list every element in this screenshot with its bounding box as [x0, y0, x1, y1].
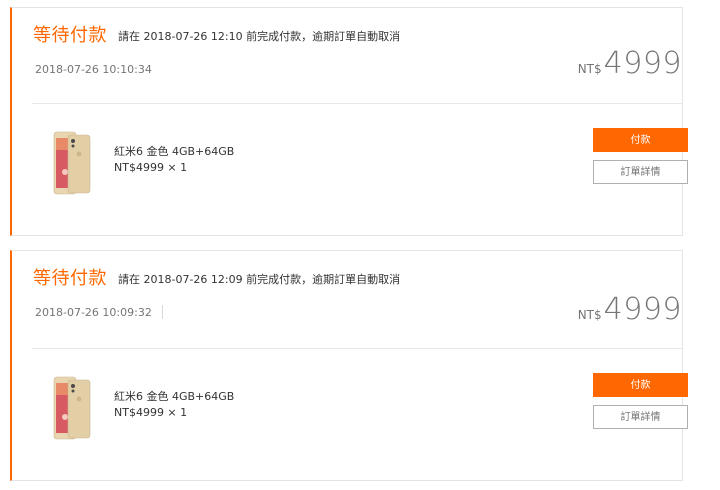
total-currency: NT$ [577, 308, 602, 322]
order-card: 等待付款 請在 2018-07-26 12:10 前完成付款，逾期訂單自動取消 … [10, 7, 688, 236]
order-status: 等待付款 [33, 268, 107, 289]
order-detail-button[interactable]: 訂單詳情 [593, 160, 688, 184]
total-currency: NT$ [577, 62, 602, 76]
product-name[interactable]: 紅米6 金色 4GB+64GB [114, 389, 234, 405]
total-amount: 4999 [603, 46, 682, 81]
order-total: NT$4999 [482, 46, 682, 81]
order-card: 等待付款 請在 2018-07-26 12:09 前完成付款，逾期訂單自動取消 … [10, 250, 688, 481]
total-amount: 4999 [603, 292, 682, 327]
pay-button[interactable]: 付款 [593, 373, 688, 397]
divider [32, 348, 682, 349]
product-price: NT$4999 × 1 [114, 161, 188, 174]
order-time: 2018-07-26 10:10:34 [35, 63, 152, 76]
product-name[interactable]: 紅米6 金色 4GB+64GB [114, 144, 234, 160]
payment-deadline: 請在 2018-07-26 12:09 前完成付款，逾期訂單自動取消 [118, 273, 401, 286]
order-total: NT$4999 [482, 292, 682, 327]
time-separator [162, 305, 163, 319]
order-time: 2018-07-26 10:09:32 [35, 306, 152, 319]
order-detail-button[interactable]: 訂單詳情 [593, 405, 688, 429]
payment-deadline: 請在 2018-07-26 12:10 前完成付款，逾期訂單自動取消 [118, 30, 401, 43]
pay-button[interactable]: 付款 [593, 128, 688, 152]
product-price: NT$4999 × 1 [114, 406, 188, 419]
order-status: 等待付款 [33, 25, 107, 46]
phone-gold-image[interactable] [42, 375, 94, 441]
divider [32, 103, 682, 104]
phone-gold-image[interactable] [42, 130, 94, 196]
